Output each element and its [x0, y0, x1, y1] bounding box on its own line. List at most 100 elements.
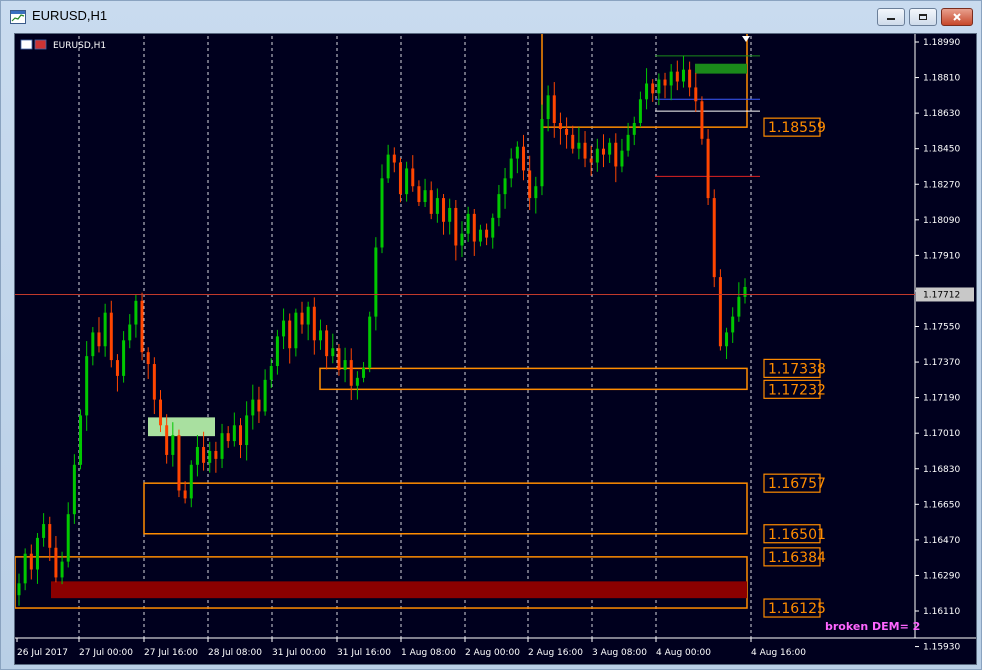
candle-body	[66, 514, 70, 562]
candle-body	[558, 123, 562, 129]
time-axis-label: 1 Aug 08:00	[401, 648, 456, 658]
time-axis-label: 3 Aug 08:00	[592, 648, 647, 658]
price-chart[interactable]: 1.18990 1.18810 1.18630 1.18450 1.18270 1.180…	[15, 34, 976, 664]
price-level-label: 1.17338	[768, 361, 826, 377]
candle-body	[466, 213, 470, 234]
terminal-window: EURUSD,H1 1.18990 1.18810 1.18630 1.18450 1.…	[0, 0, 982, 670]
minimize-icon	[887, 18, 895, 20]
candle-body	[448, 207, 452, 222]
candle-body	[706, 138, 710, 199]
candle-body	[503, 178, 507, 195]
price-axis-label: 1.16470	[923, 536, 960, 546]
candle-body	[694, 87, 698, 102]
candle-body	[263, 379, 267, 412]
candle-body	[282, 320, 286, 337]
candle-body	[522, 146, 526, 171]
candle-body	[485, 229, 489, 238]
candle-body	[325, 330, 329, 357]
candle-body	[275, 336, 279, 367]
price-level-label: 1.18559	[768, 120, 826, 136]
candle-body	[337, 348, 341, 370]
price-axis-label: 1.17910	[923, 251, 960, 261]
candle-body	[183, 490, 187, 499]
candle-body	[343, 360, 347, 370]
candle-body	[171, 435, 175, 455]
candle-body	[97, 332, 101, 347]
candle-body	[675, 71, 679, 82]
candle-body	[177, 435, 181, 491]
candle-body	[497, 194, 501, 218]
candle-body	[140, 300, 144, 353]
candle-body	[534, 186, 538, 199]
maximize-button[interactable]	[909, 8, 937, 26]
time-axis-label: 28 Jul 08:00	[208, 648, 262, 658]
title-bar[interactable]: EURUSD,H1	[1, 1, 981, 33]
candle-body	[509, 158, 513, 179]
price-level-label: 1.16501	[768, 527, 826, 543]
candle-body	[645, 83, 649, 100]
time-axis-label: 31 Jul 16:00	[337, 648, 391, 658]
price-level-label: 1.16384	[768, 550, 826, 566]
candle-body	[651, 83, 655, 94]
candle-body	[460, 233, 464, 246]
indicator-label: broken DEM= 2	[825, 620, 920, 633]
candle-body	[718, 277, 722, 347]
minimize-button[interactable]	[877, 8, 905, 26]
candle-body	[632, 123, 636, 135]
candle-body	[214, 450, 218, 459]
chart-area[interactable]: 1.18990 1.18810 1.18630 1.18450 1.18270 1.180…	[14, 33, 977, 665]
candle-body	[318, 330, 322, 341]
candle-body	[60, 561, 64, 578]
candle-body	[515, 146, 519, 159]
candle-body	[620, 150, 624, 167]
candle-body	[128, 324, 132, 341]
candle-body	[300, 312, 304, 325]
candle-body	[208, 450, 212, 463]
price-axis-label: 1.15930	[923, 643, 960, 653]
supply-zone-fill	[148, 417, 215, 437]
price-level-label: 1.16125	[768, 601, 826, 617]
candle-body	[392, 154, 396, 163]
candle-body	[386, 154, 390, 179]
close-button[interactable]	[941, 8, 973, 26]
candle-body	[491, 217, 495, 238]
candle-body	[478, 229, 482, 242]
price-axis-label: 1.18990	[923, 38, 960, 48]
candle-body	[35, 537, 39, 570]
candle-body	[380, 178, 384, 248]
price-axis-label: 1.16110	[923, 607, 960, 617]
candle-body	[743, 286, 747, 297]
candle-body	[417, 186, 421, 203]
candle-body	[251, 399, 255, 416]
candle-body	[595, 148, 599, 163]
restore-icon	[919, 14, 927, 20]
time-axis-label: 26 Jul 2017	[17, 648, 68, 658]
close-icon	[953, 13, 961, 21]
candle-body	[429, 190, 433, 214]
candle-body	[202, 447, 206, 463]
candle-body	[288, 320, 292, 349]
candle-body	[146, 352, 150, 365]
candle-body	[725, 332, 729, 347]
candle-body	[331, 348, 335, 357]
candle-body	[405, 168, 409, 195]
price-axis-label: 1.16830	[923, 465, 960, 475]
price-axis-label: 1.18630	[923, 109, 960, 119]
time-axis-label: 4 Aug 00:00	[656, 648, 711, 658]
price-axis-label: 1.16650	[923, 500, 960, 510]
time-axis-label: 27 Jul 00:00	[79, 648, 133, 658]
candle-body	[731, 316, 735, 333]
candle-body	[626, 134, 630, 151]
candle-body	[134, 300, 138, 325]
candle-body	[435, 198, 439, 214]
candle-body	[355, 377, 359, 386]
candle-body	[48, 524, 52, 548]
candle-body	[349, 360, 353, 386]
candle-body	[663, 79, 667, 86]
candle-body	[362, 367, 366, 378]
symbol-icon	[34, 39, 47, 50]
demand-zone-fill	[51, 581, 747, 599]
candle-body	[700, 101, 704, 139]
time-axis-label: 2 Aug 00:00	[465, 648, 520, 658]
candle-body	[189, 464, 193, 499]
